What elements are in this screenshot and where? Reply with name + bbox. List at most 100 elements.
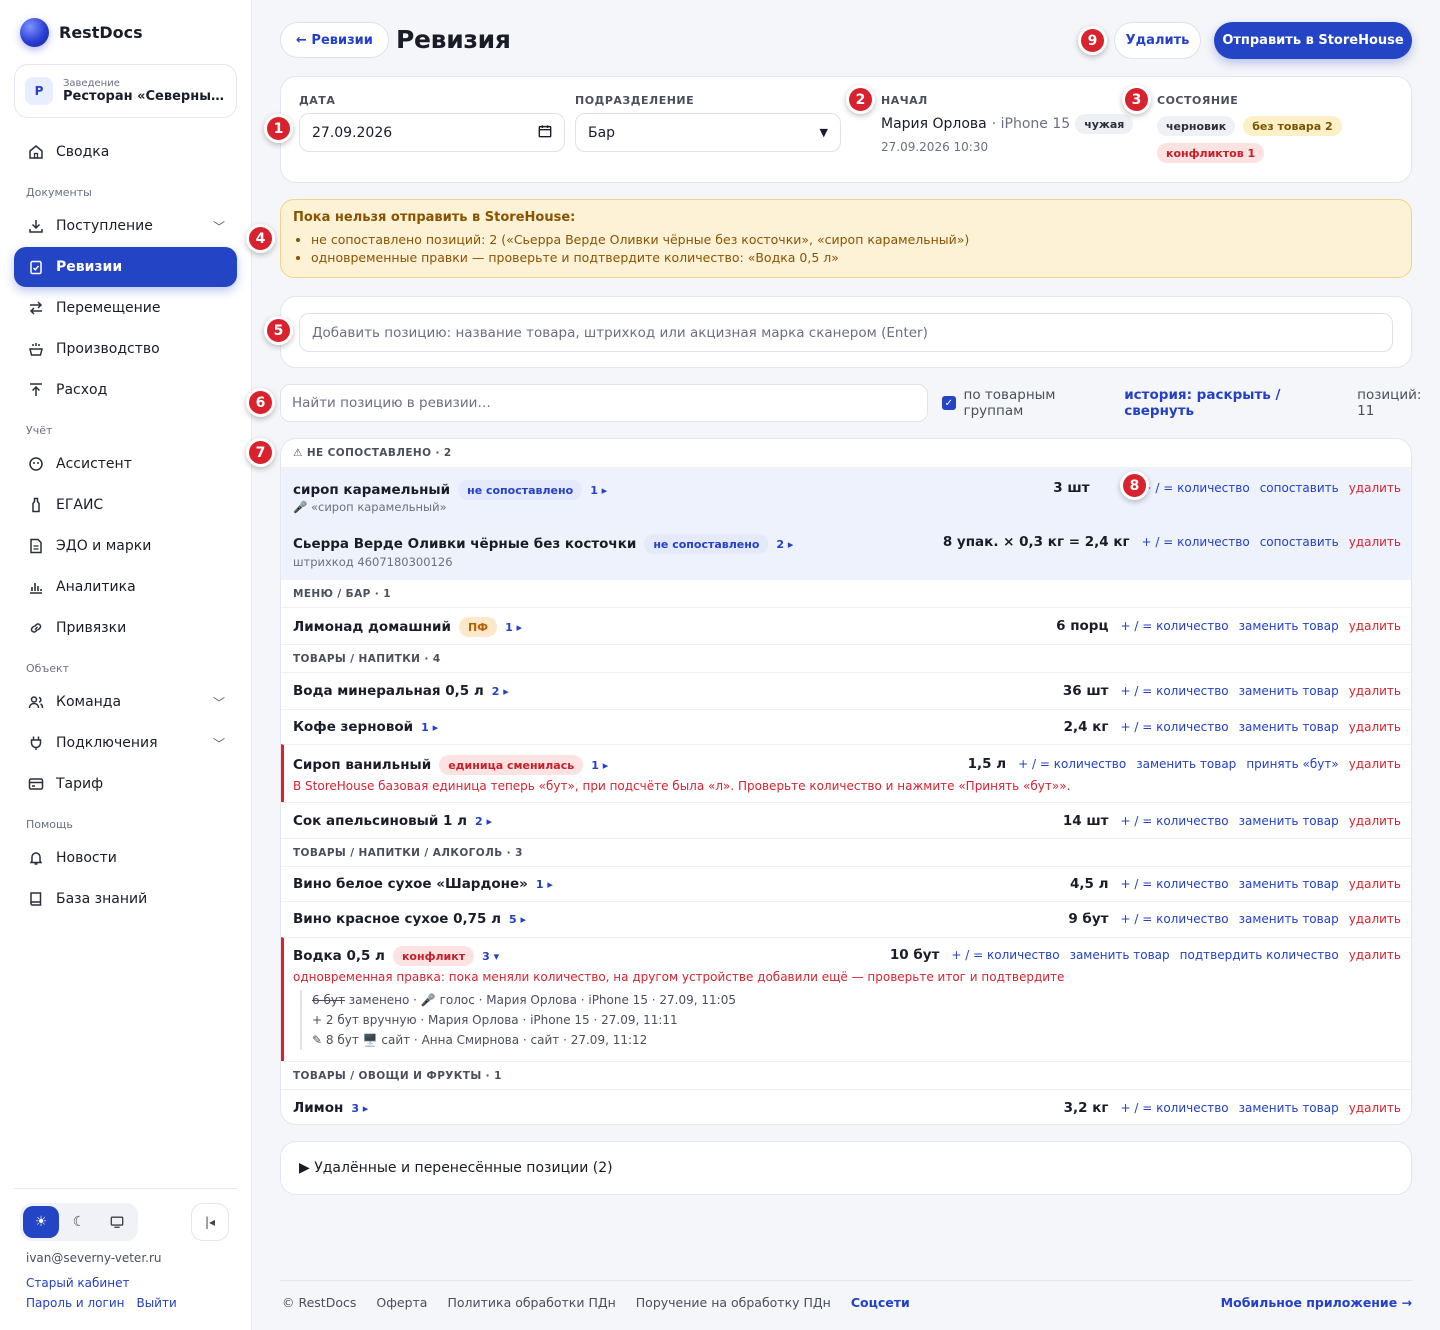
- qty-edit-link[interactable]: + / = количество: [1120, 720, 1228, 734]
- delete-link[interactable]: удалить: [1349, 720, 1401, 734]
- footer-privacy-link[interactable]: Политика обработки ПДн: [447, 1295, 615, 1310]
- delete-link[interactable]: удалить: [1349, 1101, 1401, 1115]
- match-link[interactable]: сопоставить: [1260, 481, 1339, 495]
- list-item[interactable]: Вода минеральная 0,5 л 2 ▸ 36 шт + / = к…: [281, 672, 1411, 709]
- qty-edit-link[interactable]: + / = количество: [1120, 1101, 1228, 1115]
- collapse-sidebar-icon[interactable]: |◂: [191, 1203, 229, 1241]
- accept-unit-link[interactable]: принять «бут»: [1246, 757, 1338, 771]
- nav-revisions[interactable]: Ревизии: [14, 247, 237, 287]
- qty-edit-link[interactable]: + / = количество: [1120, 814, 1228, 828]
- entries-toggle[interactable]: 1 ▸: [590, 484, 607, 497]
- nav-production[interactable]: Производство: [14, 329, 237, 369]
- list-item[interactable]: Кофе зерновой 1 ▸ 2,4 кг + / = количеств…: [281, 709, 1411, 744]
- replace-link[interactable]: заменить товар: [1239, 1101, 1339, 1115]
- entries-toggle[interactable]: 2 ▸: [776, 538, 793, 551]
- qty-edit-link[interactable]: + / = количество: [1142, 481, 1250, 495]
- nav-transfer[interactable]: Перемещение: [14, 288, 237, 328]
- delete-link[interactable]: удалить: [1349, 684, 1401, 698]
- entries-toggle[interactable]: 1 ▸: [536, 878, 553, 891]
- started-device: · iPhone 15: [991, 116, 1071, 132]
- qty-edit-link[interactable]: + / = количество: [951, 948, 1059, 962]
- delete-link[interactable]: удалить: [1349, 912, 1401, 926]
- venue-switcher[interactable]: Р Заведение Ресторан «Северный …: [14, 64, 237, 118]
- qty-edit-link[interactable]: + / = количество: [1120, 877, 1228, 891]
- entries-toggle[interactable]: 2 ▸: [492, 685, 509, 698]
- delete-link[interactable]: удалить: [1349, 877, 1401, 891]
- department-select[interactable]: Бар ▼: [575, 113, 841, 152]
- delete-link[interactable]: удалить: [1349, 757, 1401, 771]
- group-checkbox[interactable]: ✓: [942, 396, 956, 410]
- nav-edo[interactable]: ЭДО и марки: [14, 526, 237, 566]
- search-input[interactable]: Найти позицию в ревизии…: [280, 384, 928, 422]
- nav-tariff[interactable]: Тариф: [14, 764, 237, 804]
- footer-social-link[interactable]: Соцсети: [851, 1295, 910, 1310]
- qty-edit-link[interactable]: + / = количество: [1120, 619, 1228, 633]
- list-item[interactable]: Лимон 3 ▸ 3,2 кг + / = количество замени…: [281, 1089, 1411, 1124]
- delete-link[interactable]: удалить: [1349, 948, 1401, 962]
- history-toggle-link[interactable]: история: раскрыть / свернуть: [1124, 387, 1347, 419]
- replace-link[interactable]: заменить товар: [1239, 720, 1339, 734]
- logout-link[interactable]: Выйти: [136, 1296, 176, 1310]
- entries-toggle[interactable]: 2 ▸: [475, 815, 492, 828]
- entries-toggle[interactable]: 1 ▸: [505, 621, 522, 634]
- delete-link[interactable]: удалить: [1349, 535, 1401, 549]
- nav-team[interactable]: Команда ﹀: [14, 682, 237, 722]
- calendar-icon[interactable]: [538, 124, 552, 142]
- date-input[interactable]: 27.09.2026: [299, 113, 565, 152]
- nav-knowledge-base[interactable]: База знаний: [14, 879, 237, 919]
- confirm-qty-link[interactable]: подтвердить количество: [1180, 948, 1339, 962]
- nav-receipt[interactable]: Поступление ﹀: [14, 206, 237, 246]
- sun-icon[interactable]: ☀: [23, 1206, 59, 1238]
- back-button[interactable]: ← Ревизии: [280, 22, 389, 58]
- app-logo[interactable]: RestDocs: [20, 18, 143, 47]
- replace-link[interactable]: заменить товар: [1070, 948, 1170, 962]
- add-position-input[interactable]: Добавить позицию: название товара, штрих…: [299, 313, 1393, 352]
- replace-link[interactable]: заменить товар: [1136, 757, 1236, 771]
- entries-toggle[interactable]: 3 ▸: [351, 1102, 368, 1115]
- replace-link[interactable]: заменить товар: [1239, 619, 1339, 633]
- nav-summary[interactable]: Сводка: [14, 132, 237, 172]
- replace-link[interactable]: заменить товар: [1239, 684, 1339, 698]
- old-cabinet-link[interactable]: Старый кабинет: [26, 1276, 129, 1290]
- list-item[interactable]: Вино красное сухое 0,75 л 5 ▸ 9 бут + / …: [281, 901, 1411, 937]
- entries-toggle[interactable]: 5 ▸: [509, 913, 526, 926]
- delete-link[interactable]: удалить: [1349, 481, 1401, 495]
- replace-link[interactable]: заменить товар: [1239, 912, 1339, 926]
- mobile-app-link[interactable]: Мобильное приложение →: [1221, 1295, 1412, 1310]
- nav-bindings[interactable]: Привязки: [14, 608, 237, 648]
- moon-icon[interactable]: ☾: [61, 1206, 97, 1238]
- list-item[interactable]: сироп карамельный не сопоставлено 1 ▸ 🎤 …: [281, 467, 1411, 523]
- nav-egais[interactable]: ЕГАИС: [14, 485, 237, 525]
- nav-assistant[interactable]: Ассистент: [14, 444, 237, 484]
- delete-link[interactable]: удалить: [1349, 619, 1401, 633]
- monitor-icon[interactable]: [99, 1206, 135, 1238]
- list-item[interactable]: Лимонад домашний ПФ 1 ▸ 6 порц + / = кол…: [281, 607, 1411, 644]
- footer-offer-link[interactable]: Оферта: [376, 1295, 427, 1310]
- list-item[interactable]: Сок апельсиновый 1 л 2 ▸ 14 шт + / = кол…: [281, 802, 1411, 838]
- entries-toggle[interactable]: 3 ▾: [482, 950, 499, 963]
- list-item[interactable]: Водка 0,5 л конфликт 3 ▾ одновременная п…: [281, 937, 1411, 1061]
- password-link[interactable]: Пароль и логин: [26, 1296, 124, 1310]
- list-item[interactable]: Сироп ванильный единица сменилась 1 ▸ В …: [281, 744, 1411, 802]
- send-storehouse-button[interactable]: Отправить в StoreHouse: [1214, 22, 1412, 59]
- nav-news[interactable]: Новости: [14, 838, 237, 878]
- qty-edit-link[interactable]: + / = количество: [1018, 757, 1126, 771]
- delete-link[interactable]: удалить: [1349, 814, 1401, 828]
- match-link[interactable]: сопоставить: [1260, 535, 1339, 549]
- delete-button[interactable]: Удалить: [1114, 22, 1201, 59]
- replace-link[interactable]: заменить товар: [1239, 877, 1339, 891]
- deleted-positions-toggle[interactable]: ▶ Удалённые и перенесённые позиции (2): [280, 1141, 1412, 1195]
- entries-toggle[interactable]: 1 ▸: [421, 721, 438, 734]
- qty-edit-link[interactable]: + / = количество: [1120, 912, 1228, 926]
- list-item[interactable]: Вино белое сухое «Шардоне» 1 ▸ 4,5 л + /…: [281, 866, 1411, 901]
- entries-toggle[interactable]: 1 ▸: [591, 759, 608, 772]
- replace-link[interactable]: заменить товар: [1239, 814, 1339, 828]
- footer-consent-link[interactable]: Поручение на обработку ПДн: [636, 1295, 831, 1310]
- nav-connections[interactable]: Подключения ﹀: [14, 723, 237, 763]
- qty-edit-link[interactable]: + / = количество: [1120, 684, 1228, 698]
- qty-edit-link[interactable]: + / = количество: [1142, 535, 1250, 549]
- item-actions: 3,2 кг + / = количество заменить товар у…: [1064, 1100, 1401, 1116]
- list-item[interactable]: Сьерра Верде Оливки чёрные без косточки …: [281, 523, 1411, 579]
- nav-analytics[interactable]: Аналитика: [14, 567, 237, 607]
- nav-expense[interactable]: Расход: [14, 370, 237, 410]
